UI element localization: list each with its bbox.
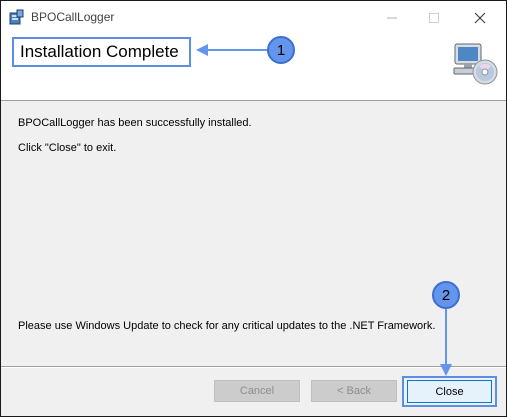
callout-arrows	[196, 44, 452, 376]
callout-2-arrow	[440, 309, 452, 376]
callout-badge-2: 2	[432, 281, 460, 309]
callout-1-arrow	[196, 44, 267, 56]
callout-badge-1: 1	[267, 36, 295, 64]
